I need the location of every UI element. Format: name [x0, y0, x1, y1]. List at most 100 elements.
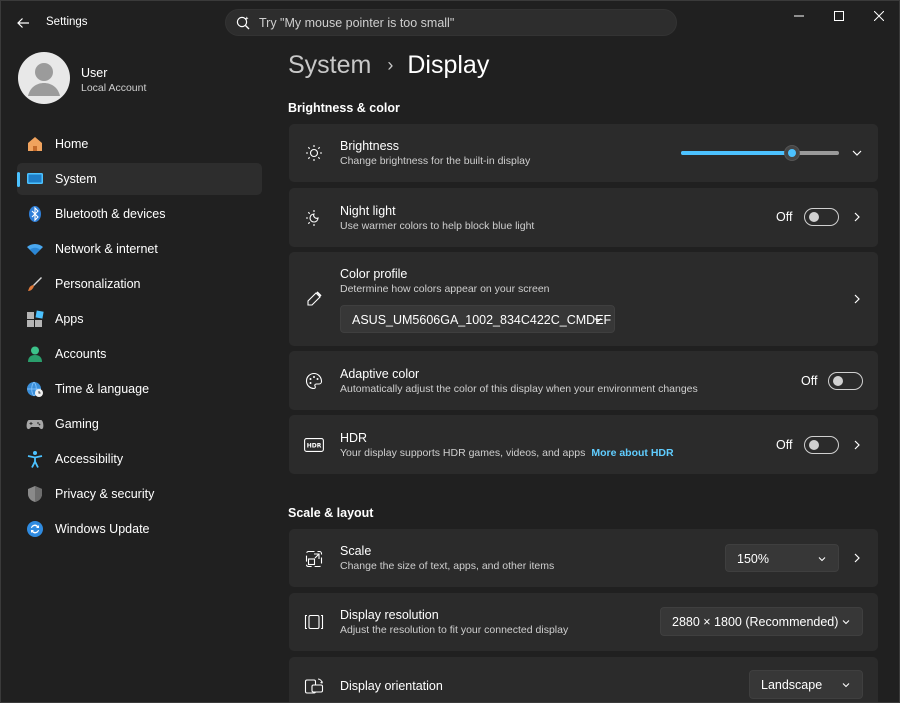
sidebar-item-network[interactable]: Network & internet — [17, 233, 262, 265]
display-resolution-subtitle: Adjust the resolution to fit your connec… — [340, 624, 569, 636]
arrow-left-icon — [17, 18, 29, 28]
search-icon — [235, 15, 251, 36]
color-profile-dropdown[interactable]: ASUS_UM5606GA_1002_834C422C_CMDEF — [340, 305, 615, 333]
display-resolution-selected: 2880 × 1800 (Recommended) — [672, 615, 839, 629]
scale-icon — [304, 549, 324, 569]
brightness-icon — [304, 143, 324, 163]
maximize-icon — [834, 11, 844, 21]
sidebar-item-windows-update[interactable]: Windows Update — [17, 513, 262, 545]
color-profile-selected: ASUS_UM5606GA_1002_834C422C_CMDEF — [352, 313, 612, 327]
shield-icon — [26, 485, 44, 503]
hdr-state: Off — [776, 438, 793, 452]
chevron-down-icon — [841, 680, 851, 690]
sidebar-item-accessibility[interactable]: Accessibility — [17, 443, 262, 475]
chevron-right-icon[interactable] — [850, 438, 864, 452]
adaptive-color-toggle[interactable] — [828, 372, 863, 390]
display-orientation-title: Display orientation — [340, 679, 443, 693]
brightness-slider-fill — [681, 151, 792, 155]
display-orientation-selected: Landscape — [761, 678, 823, 692]
sidebar-item-time-language[interactable]: Time & language — [17, 373, 262, 405]
chevron-down-icon — [841, 617, 851, 627]
chevron-right-icon: › — [387, 55, 394, 75]
brightness-subtitle: Change brightness for the built-in displ… — [340, 155, 531, 167]
display-resolution-card[interactable]: Display resolution Adjust the resolution… — [289, 593, 878, 651]
minimize-icon — [794, 15, 804, 17]
back-button[interactable] — [11, 11, 35, 35]
more-about-hdr-link[interactable]: More about HDR — [591, 447, 673, 459]
night-light-subtitle: Use warmer colors to help block blue lig… — [340, 220, 535, 232]
maximize-button[interactable] — [828, 7, 850, 25]
breadcrumb-parent[interactable]: System — [288, 51, 371, 80]
night-light-title: Night light — [340, 204, 396, 218]
sidebar-item-label: Gaming — [55, 417, 99, 431]
search-input[interactable]: Try "My mouse pointer is too small" — [225, 9, 677, 36]
color-profile-subtitle: Determine how colors appear on your scre… — [340, 283, 550, 295]
hdr-subtitle-text: Your display supports HDR games, videos,… — [340, 447, 586, 459]
title-bar: Settings Try "My mouse pointer is too sm… — [1, 1, 899, 45]
sidebar-item-accounts[interactable]: Accounts — [17, 338, 262, 370]
sidebar-item-gaming[interactable]: Gaming — [17, 408, 262, 440]
chevron-right-icon[interactable] — [850, 292, 864, 306]
chevron-down-icon — [817, 554, 827, 564]
adaptive-color-subtitle: Automatically adjust the color of this d… — [340, 383, 698, 395]
sidebar-item-label: Home — [55, 137, 89, 151]
sidebar-item-label: Accounts — [55, 347, 107, 361]
eyedropper-icon — [304, 289, 324, 309]
active-indicator — [17, 172, 20, 187]
minimize-button[interactable] — [788, 7, 810, 25]
svg-text:HDR: HDR — [307, 443, 322, 450]
sidebar-item-privacy[interactable]: Privacy & security — [17, 478, 262, 510]
orientation-icon — [304, 676, 324, 696]
hdr-card[interactable]: HDR HDR Your display supports HDR games,… — [289, 415, 878, 474]
brightness-slider-thumb[interactable] — [783, 145, 800, 161]
sidebar-item-label: Privacy & security — [55, 487, 155, 501]
scale-title: Scale — [340, 544, 372, 558]
adaptive-color-title: Adaptive color — [340, 367, 420, 381]
system-icon — [26, 170, 44, 188]
night-light-toggle[interactable] — [804, 208, 839, 226]
accessibility-icon — [26, 450, 44, 468]
account-type: Local Account — [81, 82, 147, 94]
sidebar-item-label: Apps — [55, 312, 84, 326]
user-avatar-icon — [28, 63, 60, 96]
sidebar-item-bluetooth[interactable]: Bluetooth & devices — [17, 198, 262, 230]
search-placeholder: Try "My mouse pointer is too small" — [259, 16, 455, 30]
brightness-card[interactable]: Brightness Change brightness for the bui… — [289, 124, 878, 182]
scale-card[interactable]: Scale Change the size of text, apps, and… — [289, 529, 878, 587]
sidebar-item-home[interactable]: Home — [17, 128, 262, 160]
chevron-right-icon[interactable] — [850, 210, 864, 224]
color-profile-card[interactable]: Color profile Determine how colors appea… — [289, 252, 878, 346]
display-orientation-dropdown[interactable]: Landscape — [749, 670, 863, 699]
display-resolution-dropdown[interactable]: 2880 × 1800 (Recommended) — [660, 607, 863, 636]
sidebar-item-label: Network & internet — [55, 242, 158, 256]
scale-selected: 150% — [737, 552, 769, 566]
adaptive-color-state: Off — [801, 374, 818, 388]
night-light-icon — [304, 208, 324, 228]
app-title: Settings — [46, 16, 88, 28]
brightness-slider[interactable] — [681, 145, 839, 161]
close-button[interactable] — [868, 7, 890, 25]
scale-subtitle: Change the size of text, apps, and other… — [340, 560, 555, 572]
sidebar-nav: Home System Bluetooth & devices Network … — [17, 128, 262, 548]
brightness-title: Brightness — [340, 139, 400, 153]
wifi-icon — [26, 240, 44, 258]
sidebar-item-system[interactable]: System — [17, 163, 262, 195]
avatar[interactable] — [18, 52, 70, 104]
adaptive-color-card[interactable]: Adaptive color Automatically adjust the … — [289, 351, 878, 410]
hdr-toggle[interactable] — [804, 436, 839, 454]
color-profile-title: Color profile — [340, 267, 408, 281]
display-orientation-card[interactable]: Display orientation Landscape — [289, 657, 878, 702]
chevron-right-icon[interactable] — [850, 551, 864, 565]
sidebar-item-personalization[interactable]: Personalization — [17, 268, 262, 300]
sidebar-item-label: Time & language — [55, 382, 150, 396]
sidebar-item-label: Windows Update — [55, 522, 150, 536]
home-icon — [26, 135, 44, 153]
night-light-card[interactable]: Night light Use warmer colors to help bl… — [289, 188, 878, 247]
bluetooth-icon — [26, 205, 44, 223]
chevron-down-icon[interactable] — [850, 146, 864, 160]
sidebar-item-label: Personalization — [55, 277, 141, 291]
sidebar-item-apps[interactable]: Apps — [17, 303, 262, 335]
scale-dropdown[interactable]: 150% — [725, 544, 839, 572]
hdr-title: HDR — [340, 431, 368, 445]
apps-icon — [26, 310, 44, 328]
